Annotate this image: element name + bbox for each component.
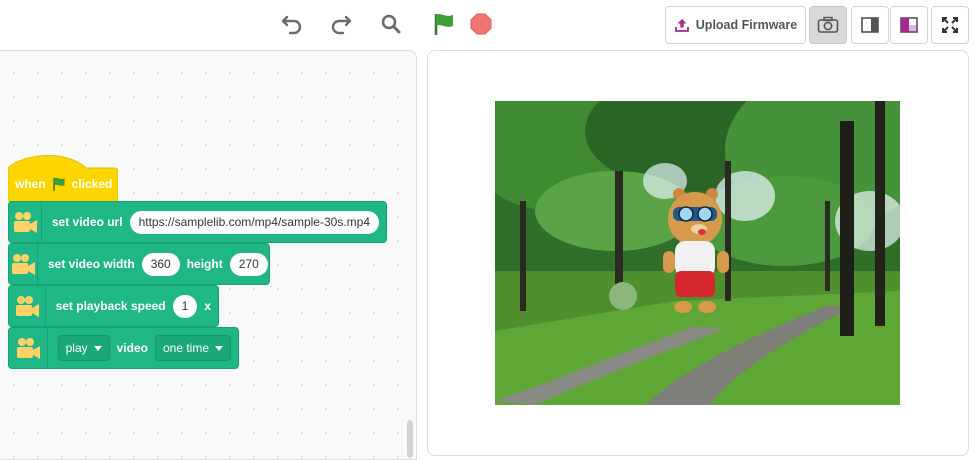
toolbar: Upload Firmware (0, 0, 974, 50)
height-label: height (186, 257, 223, 271)
set-video-url-block[interactable]: set video url https://samplelib.com/mp4/… (8, 201, 387, 243)
magnifier-icon[interactable] (376, 9, 406, 39)
video-camera-icon (9, 328, 48, 368)
playback-speed-input[interactable]: 1 (172, 294, 198, 318)
play-mode-dropdown[interactable]: one time (154, 335, 231, 361)
camera-icon (817, 16, 839, 33)
play-video-block[interactable]: play video one time (8, 327, 239, 369)
workspace-scrollbar[interactable] (407, 420, 413, 458)
play-mode-value: one time (162, 341, 209, 355)
chevron-down-icon (215, 345, 223, 351)
play-action-dropdown[interactable]: play (57, 335, 110, 361)
hat-clicked-label: clicked (71, 177, 113, 191)
small-stage-mode-button[interactable] (851, 6, 889, 44)
fullscreen-icon (942, 17, 958, 33)
green-flag-icon[interactable] (429, 9, 459, 39)
set-video-size-block[interactable]: set video width 360 height 270 (8, 243, 270, 285)
hat-block-text: when clicked (15, 176, 112, 192)
small-stage-icon (861, 17, 879, 33)
video-width-input[interactable]: 360 (141, 252, 180, 276)
hat-when-label: when (15, 177, 46, 191)
undo-icon[interactable] (277, 9, 307, 39)
video-label: video (116, 341, 148, 355)
video-height-input[interactable]: 270 (229, 252, 268, 276)
upload-icon (674, 19, 689, 32)
video-camera-icon (9, 202, 42, 242)
redo-icon[interactable] (326, 9, 356, 39)
upload-firmware-button[interactable]: Upload Firmware (665, 6, 806, 44)
video-camera-icon (9, 244, 38, 284)
video-camera-icon (9, 286, 46, 326)
play-action-value: play (65, 341, 88, 355)
video-url-input[interactable]: https://samplelib.com/mp4/sample-30s.mp4 (129, 210, 379, 234)
stage-video-frame[interactable] (495, 101, 900, 405)
set-video-url-label: set video url (51, 215, 123, 229)
upload-firmware-label: Upload Firmware (695, 18, 798, 32)
set-video-width-label: set video width (48, 257, 135, 271)
large-stage-icon (900, 17, 918, 33)
set-playback-speed-block[interactable]: set playback speed 1 x (8, 285, 219, 327)
stop-sign-icon[interactable] (466, 9, 496, 39)
green-flag-icon (52, 177, 65, 191)
set-playback-speed-label: set playback speed (55, 299, 166, 313)
camera-stage-mode-button[interactable] (809, 6, 847, 44)
chevron-down-icon (93, 345, 102, 351)
speed-suffix-label: x (204, 299, 211, 313)
large-stage-mode-button[interactable] (890, 6, 928, 44)
fullscreen-button[interactable] (931, 6, 969, 44)
